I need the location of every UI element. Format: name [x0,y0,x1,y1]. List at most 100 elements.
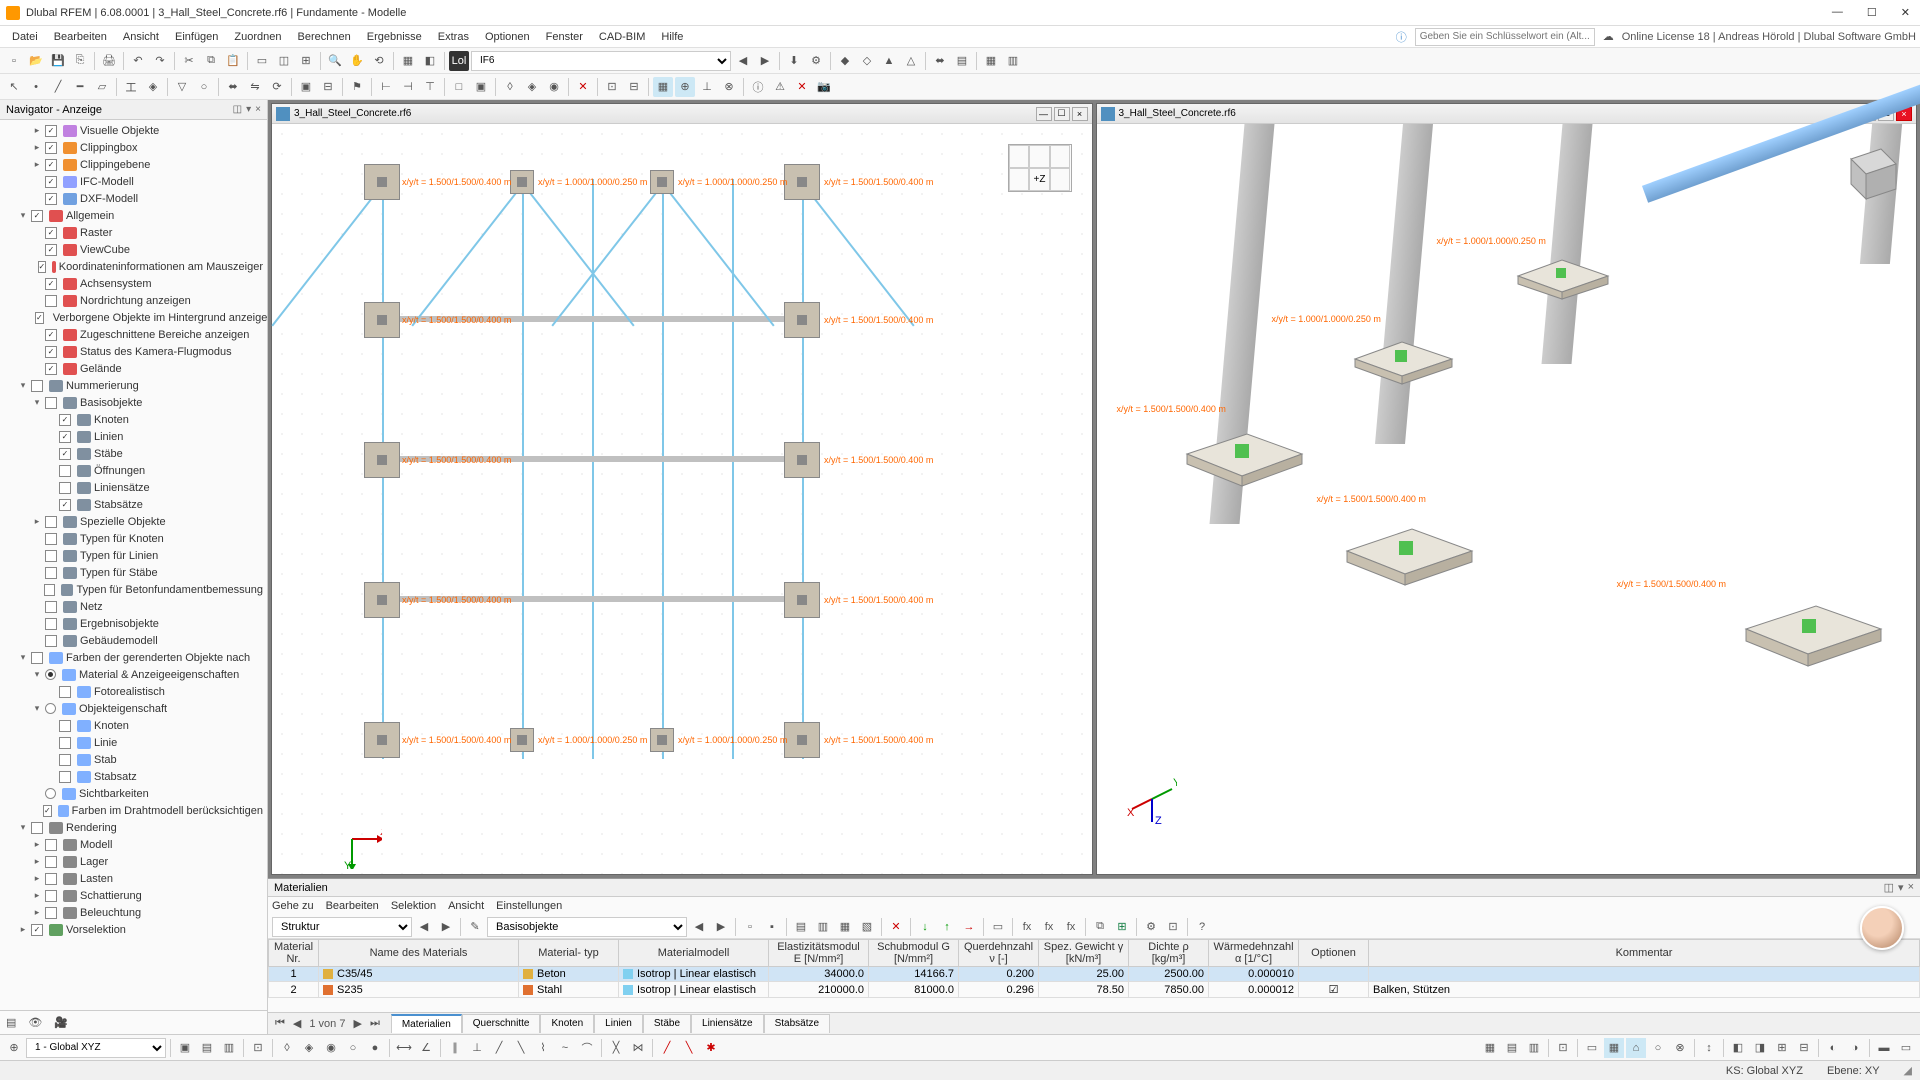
viewport-close-icon[interactable]: × [1072,107,1088,121]
pan-icon[interactable]: ✋ [347,51,367,71]
table-row[interactable]: 2S235StahlIsotrop | Linear elastisch2100… [269,982,1920,998]
viewcube-3d[interactable] [1831,139,1901,209]
tree-item[interactable]: Farben im Drahtmodell berücksichtigen [0,802,267,819]
tree-item[interactable]: DXF-Modell [0,190,267,207]
materials-table[interactable]: Material Nr. Name des Materials Material… [268,939,1920,1012]
col-v[interactable]: Querdehnzahl ν [-] [959,940,1039,967]
lol-badge[interactable]: Lol [449,51,469,71]
mtb-sel1-icon[interactable]: ▫ [740,917,760,937]
dim2-icon[interactable]: ⊣ [398,77,418,97]
navigator-opts-icon[interactable]: ▾ [246,104,251,115]
viewport-plan[interactable]: 3_Hall_Steel_Concrete.rf6 — ☐ × [271,103,1093,875]
viewport-min-icon[interactable]: — [1036,107,1052,121]
minimize-button[interactable]: — [1828,6,1847,19]
tab-knoten[interactable]: Knoten [540,1014,594,1033]
tree-item[interactable]: ▾Material & Anzeigeeigenschaften [0,666,267,683]
menu-extras[interactable]: Extras [430,29,477,45]
mtb-prev-icon[interactable]: ◀ [414,917,434,937]
bt-l2-icon[interactable]: ╲ [511,1038,531,1058]
divide-icon[interactable]: ⊟ [318,77,338,97]
bt-v16-icon[interactable]: ◑ [1845,1038,1865,1058]
objects-combo[interactable]: Basisobjekte [487,917,687,937]
tree-item[interactable]: ▸Visuelle Objekte [0,122,267,139]
tree-item[interactable]: Ergebnisobjekte [0,615,267,632]
col-g[interactable]: Schubmodul G [N/mm²] [869,940,959,967]
bt-perp-icon[interactable]: ⊥ [467,1038,487,1058]
mtb-prev2-icon[interactable]: ◀ [689,917,709,937]
res1-icon[interactable]: ◆ [835,51,855,71]
tree-item[interactable]: ▾Objekteigenschaft [0,700,267,717]
tree-item[interactable]: Stabsätze [0,496,267,513]
bt-s5-icon[interactable]: ◊ [277,1038,297,1058]
bt-par-icon[interactable]: ∥ [445,1038,465,1058]
tree-item[interactable]: Sichtbarkeiten [0,785,267,802]
tree-item[interactable]: Typen für Linien [0,547,267,564]
mtb-row2-icon[interactable]: ▥ [813,917,833,937]
render2-icon[interactable]: ◧ [420,51,440,71]
new-icon[interactable]: ▫ [4,51,24,71]
bt-v15-icon[interactable]: ◐ [1823,1038,1843,1058]
mtb-next2-icon[interactable]: ▶ [711,917,731,937]
mtb-delete-icon[interactable]: ✕ [886,917,906,937]
pager-prev-icon[interactable]: ◀ [290,1017,304,1030]
navigator-pin-icon[interactable]: ◫ [233,104,242,115]
col-opt[interactable]: Optionen [1299,940,1369,967]
col-nr[interactable]: Material Nr. [269,940,319,967]
res2-icon[interactable]: ◇ [857,51,877,71]
surface-icon[interactable]: ▱ [92,77,112,97]
tree-item[interactable]: Liniensätze [0,479,267,496]
tab-querschnitte[interactable]: Querschnitte [462,1014,541,1033]
keyword-search-input[interactable] [1415,28,1595,46]
mtb-import-icon[interactable]: ↓ [915,917,935,937]
view1-icon[interactable]: ▭ [252,51,272,71]
camera-icon[interactable]: 📷 [814,77,834,97]
tree-item[interactable]: ▸Clippingebene [0,156,267,173]
mtb-edit-icon[interactable]: ✎ [465,917,485,937]
dim1-icon[interactable]: ⊢ [376,77,396,97]
bt-v10-icon[interactable]: ↕ [1699,1038,1719,1058]
bt-l5-icon[interactable]: ⌒ [577,1038,597,1058]
col-name[interactable]: Name des Materials [319,940,519,967]
mtb-sel2-icon[interactable]: ▪ [762,917,782,937]
tab-stabsätze[interactable]: Stabsätze [764,1014,830,1033]
hinge-icon[interactable]: ○ [194,77,214,97]
undo-icon[interactable]: ↶ [128,51,148,71]
support-icon[interactable]: ▽ [172,77,192,97]
move-icon[interactable]: ⬌ [223,77,243,97]
bt-s9-icon[interactable]: ● [365,1038,385,1058]
tree-item[interactable]: Gelände [0,360,267,377]
coord-system-combo[interactable]: 1 - Global XYZ [26,1038,166,1058]
mtb-opt2-icon[interactable]: ⊡ [1163,917,1183,937]
rotate2-icon[interactable]: ⟳ [267,77,287,97]
redo-icon[interactable]: ↷ [150,51,170,71]
nav-fn-cam-icon[interactable]: 🎥 [54,1016,68,1029]
menu-optionen[interactable]: Optionen [477,29,538,45]
panel-opts-icon[interactable]: ▾ [1898,881,1904,894]
render1-icon[interactable]: ▦ [398,51,418,71]
panel-pin-icon[interactable]: ◫ [1884,881,1894,894]
bp-menu-bearbeiten[interactable]: Bearbeiten [326,900,379,912]
menu-fenster[interactable]: Fenster [538,29,591,45]
menu-cad-bim[interactable]: CAD-BIM [591,29,653,45]
pager-next-icon[interactable]: ▶ [350,1017,364,1030]
bt-v13-icon[interactable]: ⊞ [1772,1038,1792,1058]
tab-stäbe[interactable]: Stäbe [643,1014,691,1033]
maximize-button[interactable]: ☐ [1863,6,1881,19]
viewport-plan-canvas[interactable]: x/y/t = 1.500/1.500/0.400 m x/y/t = 1.00… [272,124,1092,874]
col-alpha[interactable]: Wärmedehnzahl α [1/°C] [1209,940,1299,967]
bp-menu-selektion[interactable]: Selektion [391,900,436,912]
tab-materialien[interactable]: Materialien [391,1014,462,1033]
tree-item[interactable]: ▾Farben der gerenderten Objekte nach [0,649,267,666]
tree-item[interactable]: ▸Vorselektion [0,921,267,938]
nav-icon[interactable]: ▥ [1003,51,1023,71]
mtb-row4-icon[interactable]: ▧ [857,917,877,937]
extrude-icon[interactable]: ▣ [296,77,316,97]
structure-combo[interactable]: Struktur [272,917,412,937]
bt-v18-icon[interactable]: ▭ [1896,1038,1916,1058]
bt-v4-icon[interactable]: ⊡ [1553,1038,1573,1058]
solid-icon[interactable]: ▣ [471,77,491,97]
bt-cs-icon[interactable]: ⊕ [4,1038,24,1058]
cut-icon[interactable]: ✂ [179,51,199,71]
tree-item[interactable]: ▸Schattierung [0,887,267,904]
res3-icon[interactable]: ▲ [879,51,899,71]
